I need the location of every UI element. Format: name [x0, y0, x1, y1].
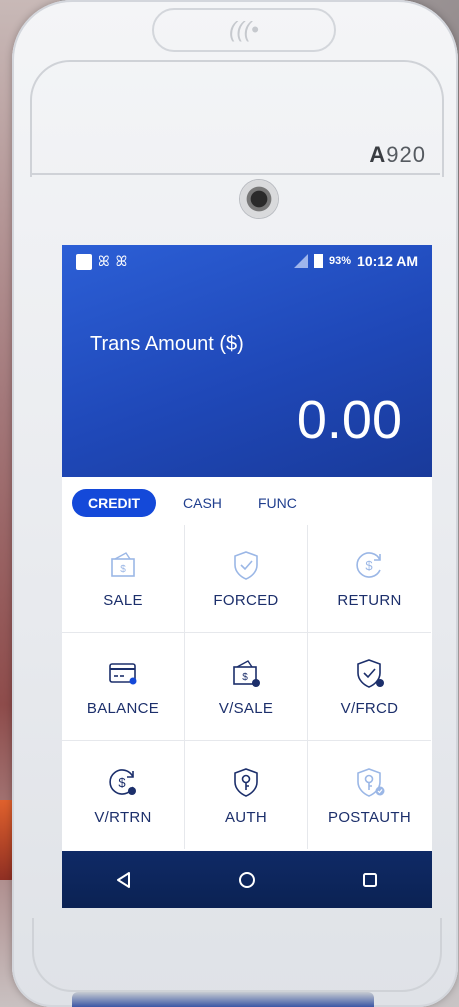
- function-vrtrn[interactable]: $ V/RTRN: [62, 741, 185, 849]
- card-slot: [72, 992, 374, 1007]
- contactless-logo: (((•: [152, 8, 336, 52]
- svg-text:$: $: [120, 564, 126, 575]
- svg-text:$: $: [118, 775, 126, 790]
- function-forced[interactable]: FORCED: [185, 525, 308, 633]
- function-return[interactable]: $ RETURN: [308, 525, 431, 633]
- svg-text:$: $: [365, 558, 373, 573]
- function-label: BALANCE: [86, 700, 160, 717]
- back-triangle-icon: [116, 871, 130, 888]
- function-label: AUTH: [224, 808, 268, 826]
- clock: 10:12 AM: [357, 253, 418, 269]
- tab-func[interactable]: FUNC: [258, 489, 297, 517]
- shield-void-icon: [356, 659, 384, 688]
- card-icon: [109, 663, 137, 685]
- wallet-void-icon: $: [233, 660, 260, 687]
- amount-panel: ꕤ ꕤ 93% 10:12 AM Trans Amount ($) 0.00: [62, 245, 432, 477]
- camera-icon: [240, 180, 278, 218]
- function-auth[interactable]: AUTH: [185, 741, 308, 849]
- dollar-void-icon: $: [109, 768, 136, 795]
- function-label: FORCED: [213, 592, 279, 609]
- tab-bar: CREDIT CASH FUNC: [62, 477, 432, 529]
- butterfly-icon: ꕤ: [115, 253, 128, 269]
- function-vfrcd[interactable]: V/FRCD: [308, 633, 431, 741]
- trans-amount-label: Trans Amount ($): [90, 333, 244, 355]
- wallet-dollar-icon: $: [111, 552, 135, 577]
- model-label: A920: [369, 142, 426, 167]
- contactless-icon: (((•: [229, 17, 259, 42]
- recents-square-icon: [363, 872, 378, 887]
- svg-text:$: $: [242, 672, 248, 683]
- function-grid: $ SALE FORCED $ RETURN BALANCE $ V/SALE …: [62, 525, 432, 849]
- tab-cash[interactable]: CASH: [183, 489, 222, 517]
- nav-back-button[interactable]: [109, 865, 139, 895]
- no-sim-icon: [294, 254, 309, 268]
- tab-credit[interactable]: CREDIT: [72, 489, 157, 517]
- bezel-divider: [30, 173, 440, 175]
- shield-key-icon: [234, 767, 258, 797]
- function-label: V/SALE: [218, 700, 274, 717]
- function-label: SALE: [103, 592, 143, 609]
- notification-square-icon: [76, 253, 92, 270]
- function-balance[interactable]: BALANCE: [62, 633, 185, 741]
- shield-key-check-icon: [356, 767, 384, 797]
- android-nav-bar: [62, 851, 432, 908]
- screen: ꕤ ꕤ 93% 10:12 AM Trans Amount ($) 0.00 C…: [62, 245, 432, 908]
- amount-value[interactable]: 0.00: [297, 393, 402, 447]
- function-sale[interactable]: $ SALE: [62, 525, 185, 633]
- shield-check-icon: [234, 551, 258, 580]
- battery-percent: 93%: [329, 255, 352, 267]
- function-label: POSTAUTH: [328, 808, 411, 826]
- function-vsale[interactable]: $ V/SALE: [185, 633, 308, 741]
- function-label: V/FRCD: [340, 700, 399, 717]
- butterfly-icon: ꕤ: [98, 253, 110, 269]
- home-circle-icon: [238, 871, 255, 888]
- function-label: RETURN: [337, 592, 402, 609]
- pos-terminal: (((• A920 ꕤ ꕤ 93% 10:12 AM Trans Amount …: [12, 0, 458, 1007]
- nav-home-button[interactable]: [232, 865, 262, 895]
- battery-icon: [314, 254, 324, 268]
- nav-recents-button[interactable]: [355, 865, 385, 895]
- function-postauth[interactable]: POSTAUTH: [308, 741, 431, 849]
- bottom-bezel: [32, 918, 442, 992]
- dollar-return-icon: $: [355, 552, 381, 578]
- status-bar: ꕤ ꕤ 93% 10:12 AM: [62, 245, 432, 277]
- function-label: V/RTRN: [94, 808, 152, 826]
